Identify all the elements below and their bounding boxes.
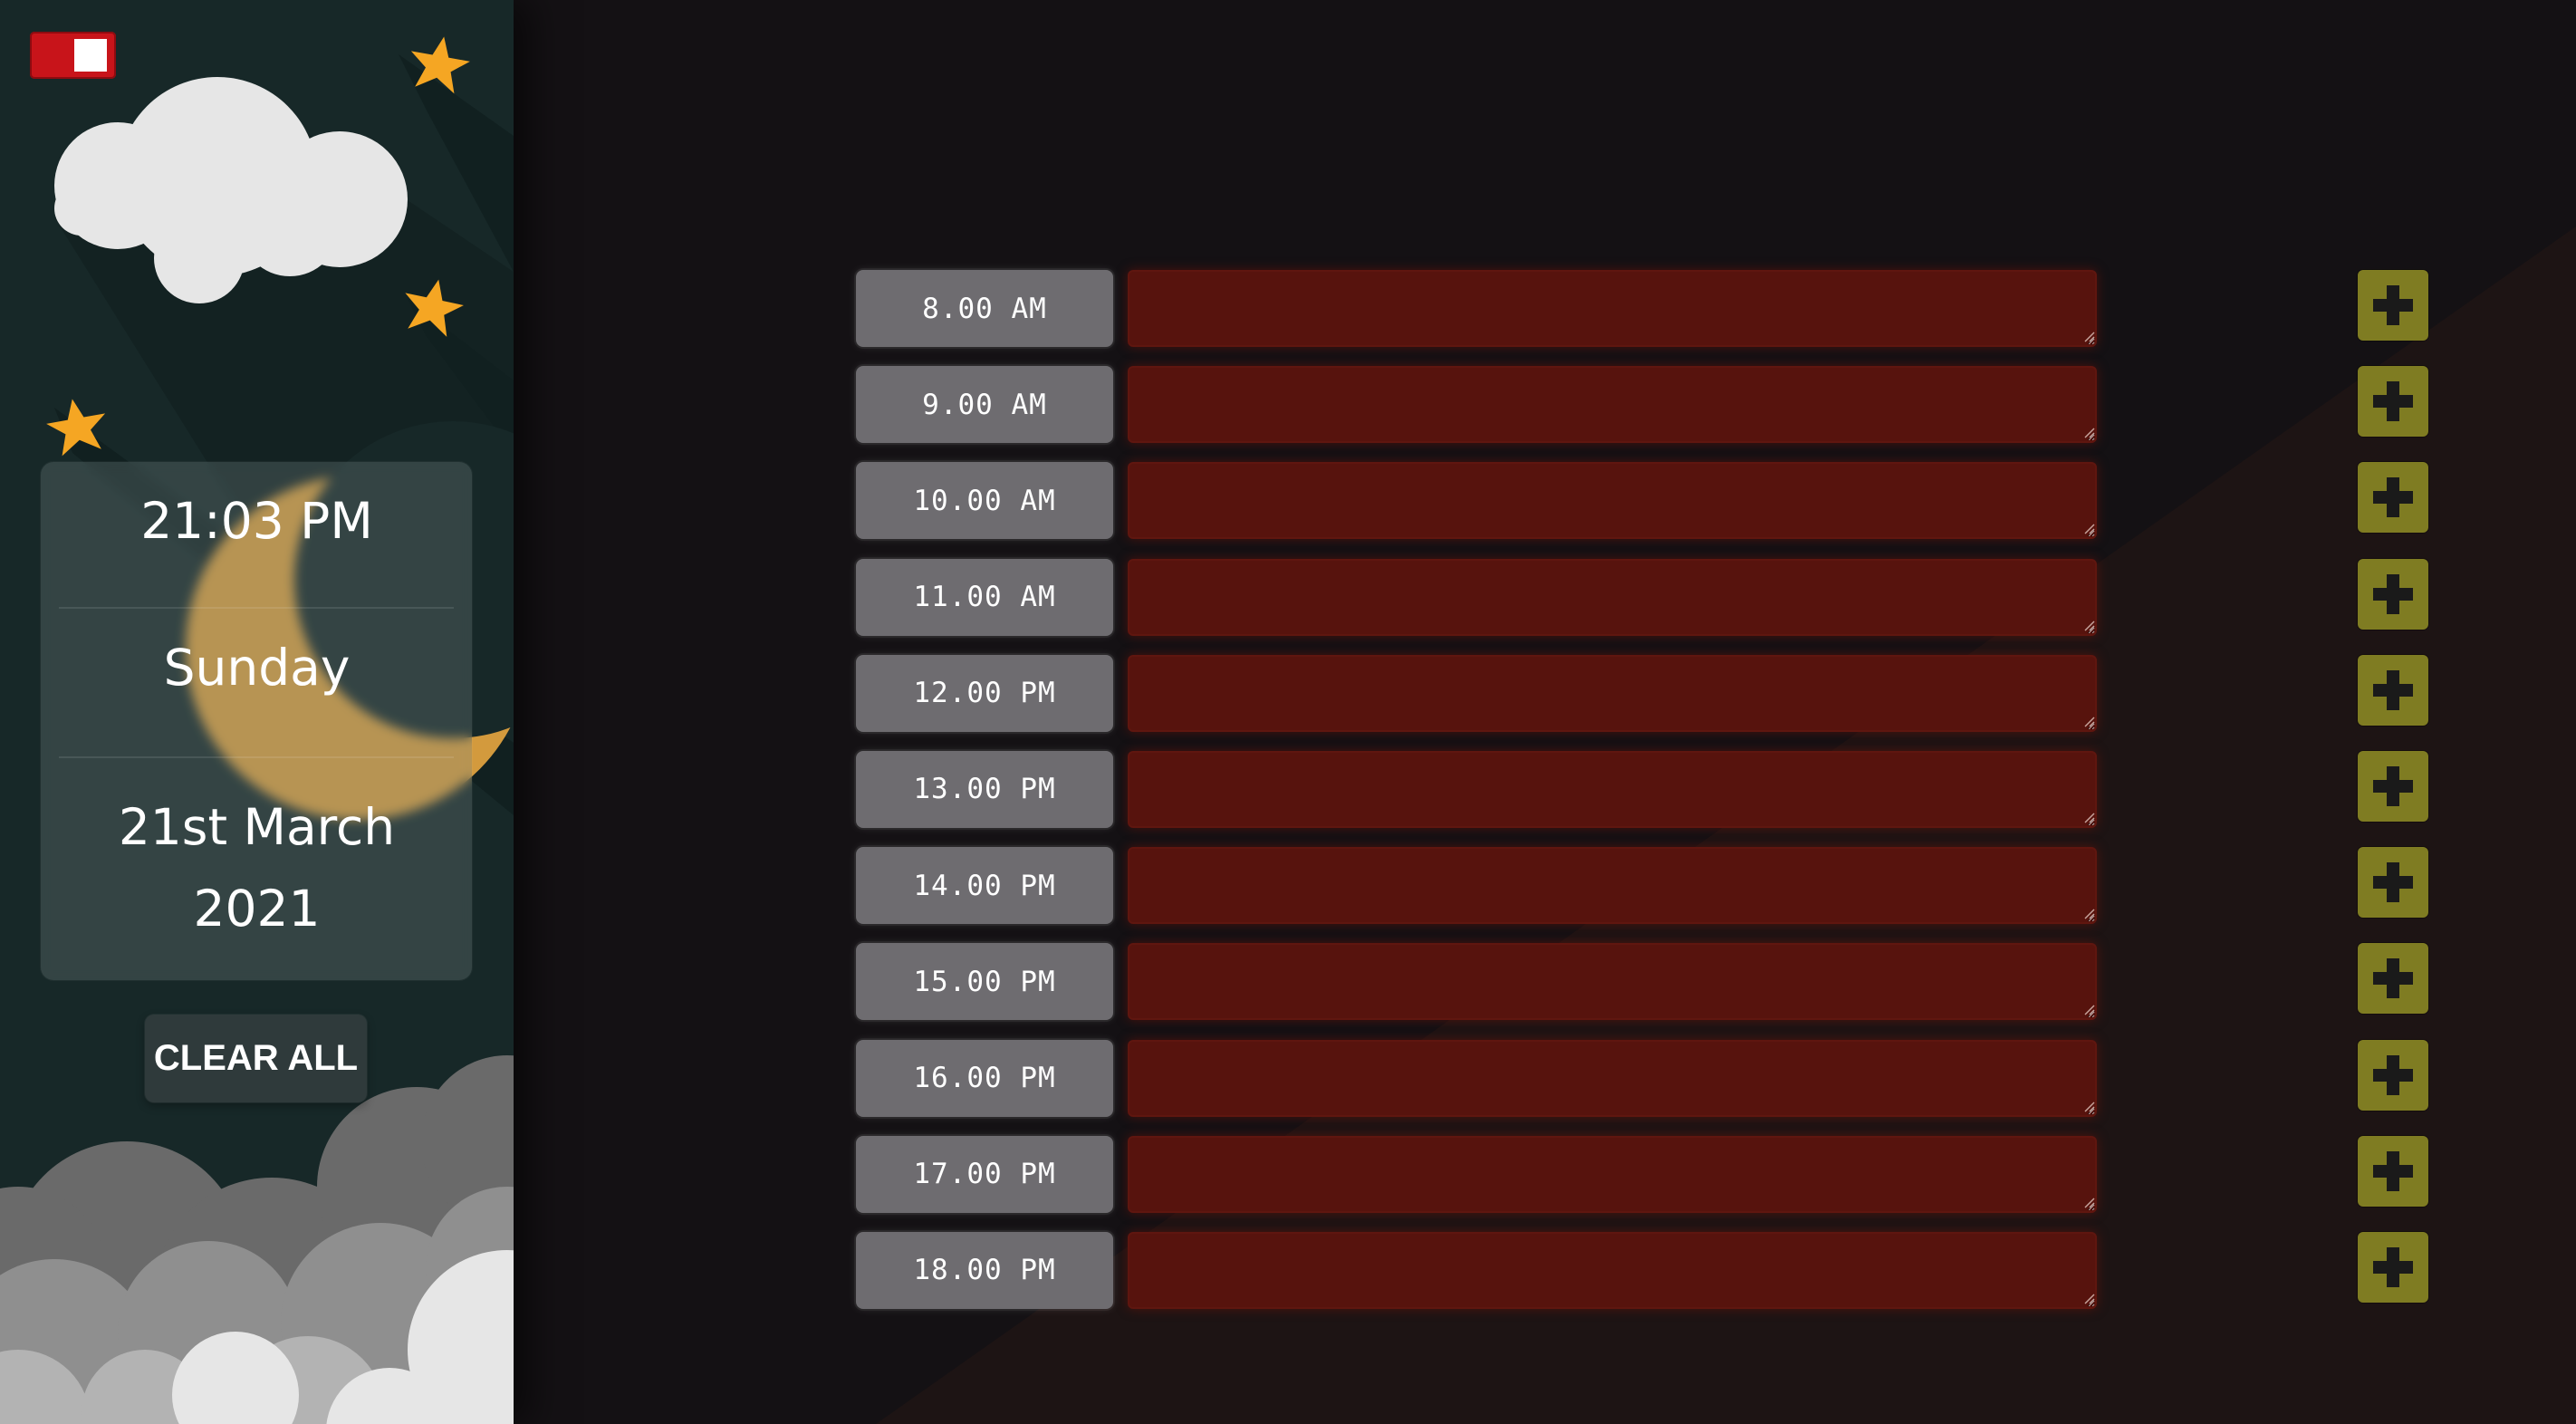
save-button[interactable]	[2358, 750, 2428, 822]
task-input[interactable]	[1128, 943, 2097, 1021]
hour-row: 8.00 AM	[856, 270, 2428, 347]
task-input[interactable]	[1128, 1231, 2097, 1309]
plus-icon	[2373, 1246, 2413, 1287]
hour-rows: 8.00 AM 9.00 AM 10.00 AM 11.00 AM 12.00 PM 13…	[856, 270, 2428, 1328]
schedule-panel: 8.00 AM 9.00 AM 10.00 AM 11.00 AM 12.00 PM 13…	[514, 0, 2576, 1424]
divider	[59, 756, 454, 758]
task-input[interactable]	[1128, 270, 2097, 347]
hour-label: 12.00 PM	[856, 654, 1113, 732]
hour-label: 8.00 AM	[856, 270, 1113, 347]
hour-row: 10.00 AM	[856, 462, 2428, 540]
current-day: Sunday	[163, 639, 351, 697]
hour-row: 12.00 PM	[856, 654, 2428, 732]
hour-row: 18.00 PM	[856, 1231, 2428, 1309]
plus-icon	[2373, 1054, 2413, 1095]
hour-label: 17.00 PM	[856, 1135, 1113, 1213]
save-button[interactable]	[2358, 270, 2428, 341]
save-button[interactable]	[2358, 558, 2428, 630]
save-button[interactable]	[2358, 366, 2428, 438]
hour-label: 13.00 PM	[856, 750, 1113, 828]
hour-row: 11.00 AM	[856, 558, 2428, 636]
current-time: 21:03 PM	[140, 492, 373, 550]
divider	[59, 607, 454, 609]
plus-icon	[2373, 285, 2413, 325]
hour-label: 14.00 PM	[856, 847, 1113, 925]
hour-row: 14.00 PM	[856, 847, 2428, 925]
plus-icon	[2373, 1150, 2413, 1191]
hour-row: 16.00 PM	[856, 1039, 2428, 1117]
hour-row: 13.00 PM	[856, 750, 2428, 828]
theme-toggle-icon[interactable]	[30, 32, 116, 79]
plus-icon	[2373, 381, 2413, 422]
save-button[interactable]	[2358, 943, 2428, 1015]
save-button[interactable]	[2358, 1135, 2428, 1207]
save-button[interactable]	[2358, 462, 2428, 534]
app-root: 21:03 PM Sunday 21st March 2021 CLEAR AL…	[0, 0, 2576, 1424]
plus-icon	[2373, 573, 2413, 614]
plus-icon	[2373, 862, 2413, 903]
plus-icon	[2373, 669, 2413, 710]
plus-icon	[2373, 765, 2413, 806]
hour-row: 17.00 PM	[856, 1135, 2428, 1213]
task-input[interactable]	[1128, 1135, 2097, 1213]
clear-all-button[interactable]: CLEAR ALL	[145, 1015, 367, 1102]
sidebar: 21:03 PM Sunday 21st March 2021 CLEAR AL…	[0, 0, 514, 1424]
task-input[interactable]	[1128, 366, 2097, 444]
task-input[interactable]	[1128, 462, 2097, 540]
task-input[interactable]	[1128, 750, 2097, 828]
toggle-knob	[74, 39, 107, 72]
task-input[interactable]	[1128, 847, 2097, 925]
hour-label: 9.00 AM	[856, 366, 1113, 444]
save-button[interactable]	[2358, 654, 2428, 726]
save-button[interactable]	[2358, 1039, 2428, 1111]
hour-label: 18.00 PM	[856, 1231, 1113, 1309]
plus-icon	[2373, 477, 2413, 518]
task-input[interactable]	[1128, 654, 2097, 732]
bottom-clouds-illustration	[0, 1055, 514, 1424]
current-date: 21st March 2021	[0, 786, 514, 949]
hour-row: 9.00 AM	[856, 366, 2428, 444]
hour-row: 15.00 PM	[856, 943, 2428, 1021]
save-button[interactable]	[2358, 1231, 2428, 1303]
hour-label: 10.00 AM	[856, 462, 1113, 540]
hour-label: 11.00 AM	[856, 558, 1113, 636]
date-line-1: 21st March	[118, 798, 396, 856]
plus-icon	[2373, 958, 2413, 999]
save-button[interactable]	[2358, 847, 2428, 919]
hour-label: 15.00 PM	[856, 943, 1113, 1021]
task-input[interactable]	[1128, 558, 2097, 636]
task-input[interactable]	[1128, 1039, 2097, 1117]
date-line-2: 2021	[193, 880, 321, 938]
hour-label: 16.00 PM	[856, 1039, 1113, 1117]
